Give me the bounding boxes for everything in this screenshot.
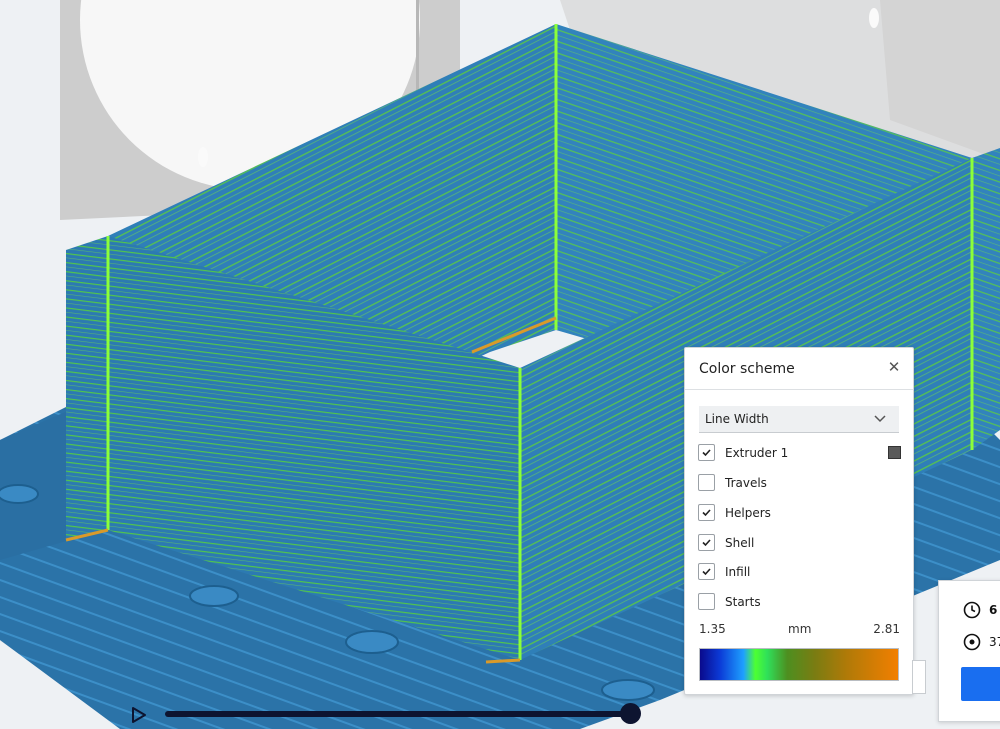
checkmark-icon <box>702 568 711 576</box>
checkbox-travels[interactable] <box>698 474 715 491</box>
checkbox-starts[interactable] <box>698 593 715 610</box>
print-info-panel: 6 37 <box>938 580 1000 722</box>
simulation-slider-track[interactable] <box>165 711 631 717</box>
option-starts[interactable]: Starts <box>698 593 901 613</box>
option-shell[interactable]: Shell <box>698 534 901 554</box>
option-travels[interactable]: Travels <box>698 474 901 494</box>
option-infill[interactable]: Infill <box>698 563 901 583</box>
checkmark-icon <box>702 449 711 457</box>
checkbox-shell[interactable] <box>698 534 715 551</box>
dropdown-value: Line Width <box>705 412 769 426</box>
extruder-color-swatch <box>888 446 901 459</box>
option-label: Helpers <box>725 506 771 520</box>
checkbox-helpers[interactable] <box>698 504 715 521</box>
line-width-gradient-legend <box>699 648 899 681</box>
divider <box>685 389 913 390</box>
partial-panel-edge <box>912 660 926 694</box>
clock-icon <box>963 601 981 619</box>
play-icon[interactable] <box>130 706 148 724</box>
option-label: Starts <box>725 595 761 609</box>
checkbox-infill[interactable] <box>698 563 715 580</box>
checkmark-icon <box>702 539 711 547</box>
checkbox-extruder-1[interactable] <box>698 444 715 461</box>
option-label: Travels <box>725 476 767 490</box>
checkmark-icon <box>702 509 711 517</box>
material-usage-value: 37 <box>989 635 1000 649</box>
option-label: Infill <box>725 565 751 579</box>
material-icon <box>963 633 981 651</box>
chevron-down-icon <box>874 415 886 423</box>
simulation-slider-handle[interactable] <box>620 703 641 724</box>
option-helpers[interactable]: Helpers <box>698 504 901 524</box>
save-to-disk-button[interactable] <box>961 667 1000 701</box>
color-scheme-panel: Color scheme ✕ Line Width Extruder 1 Tra… <box>684 347 914 695</box>
option-label: Shell <box>725 536 755 550</box>
panel-title: Color scheme <box>699 361 795 377</box>
close-icon[interactable]: ✕ <box>885 358 903 376</box>
legend-unit: mm <box>788 622 812 636</box>
option-label: Extruder 1 <box>725 446 789 460</box>
print-time-value: 6 <box>989 603 998 617</box>
option-extruder-1[interactable]: Extruder 1 <box>698 444 901 464</box>
color-scheme-dropdown[interactable]: Line Width <box>699 406 899 433</box>
legend-min-value: 1.35 <box>699 622 726 636</box>
legend-max-value: 2.81 <box>873 622 900 636</box>
